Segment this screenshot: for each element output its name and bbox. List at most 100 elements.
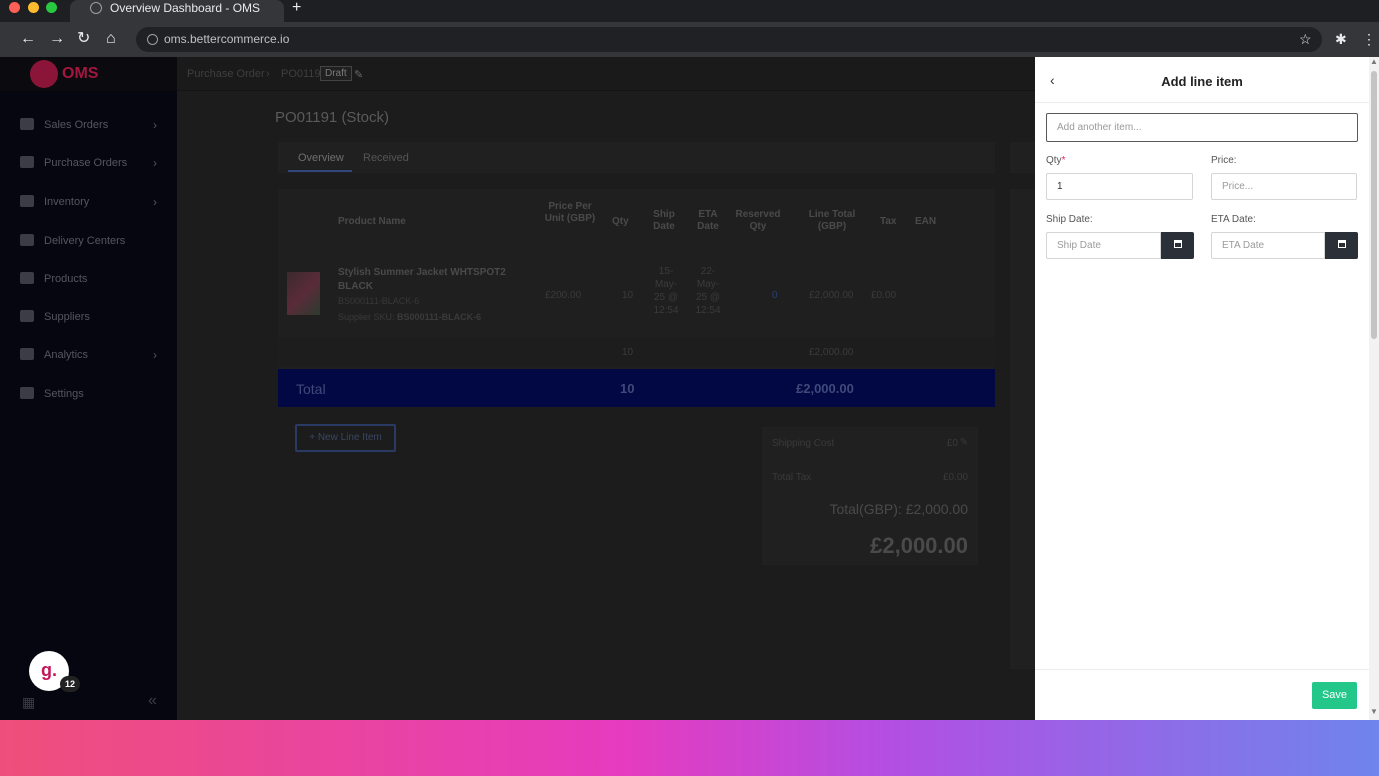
sidebar-item-label: Inventory (44, 196, 90, 208)
close-window-button[interactable] (9, 2, 20, 13)
qty-field[interactable] (1046, 173, 1193, 200)
summary-total: Total(GBP): £2,000.00 (829, 501, 968, 517)
tab-received[interactable]: Received (363, 152, 409, 164)
chevron-right-icon: › (153, 156, 157, 170)
sidebar-item-label: Analytics (44, 349, 89, 361)
add-line-item-drawer: ‹ Add line item Qty* Price: Ship Date: E… (1035, 57, 1369, 720)
sidebar-item-purchase-orders[interactable]: Purchase Orders › (0, 144, 177, 182)
sidebar-item-inventory[interactable]: Inventory › (0, 183, 177, 221)
header-tax: Tax (880, 216, 897, 227)
maximize-window-button[interactable] (46, 2, 57, 13)
eta-date-label: ETA Date: (1211, 214, 1256, 225)
breadcrumb-root[interactable]: Purchase Order (187, 68, 265, 80)
edit-shipping-icon[interactable]: ✎ (960, 437, 968, 448)
home-icon[interactable]: ⌂ (106, 30, 116, 48)
minimize-window-button[interactable] (28, 2, 39, 13)
eta-date-calendar-icon[interactable] (1325, 232, 1358, 259)
scroll-down-icon[interactable]: ▼ (1370, 707, 1378, 716)
warehouse-icon (20, 234, 34, 246)
product-sku: BS000111-BLACK-6 (338, 296, 420, 306)
chevron-right-icon: › (153, 195, 157, 209)
total-bar: Total 10 £2,000.00 (278, 369, 995, 407)
eta-date-field[interactable] (1211, 232, 1325, 259)
status-badge: Draft (320, 66, 352, 81)
logo-text: OMS (62, 65, 99, 82)
url-text: oms.bettercommerce.io (164, 32, 290, 46)
total-qty: 10 (620, 381, 635, 396)
notification-badge: 12 (60, 676, 80, 692)
globe-icon (90, 2, 102, 14)
sidebar-item-products[interactable]: Products (0, 260, 177, 298)
decorative-gradient-band (0, 720, 1379, 776)
back-arrow-icon[interactable]: ← (20, 30, 36, 48)
drawer-header: ‹ Add line item (1035, 57, 1369, 103)
bookmark-star-icon[interactable]: ☆ (1299, 31, 1312, 48)
chevron-right-icon: › (153, 348, 157, 362)
browser-menu-icon[interactable]: ⋮ (1362, 31, 1376, 48)
sidebar: OMS Sales Orders › Purchase Orders › Inv… (0, 57, 177, 720)
collapse-sidebar-icon[interactable]: « (148, 692, 157, 710)
sidebar-item-label: Sales Orders (44, 119, 109, 131)
address-bar[interactable]: oms.bettercommerce.io (136, 27, 1322, 52)
save-button[interactable]: Save (1312, 682, 1357, 709)
oms-logo-icon[interactable] (30, 60, 58, 88)
forward-arrow-icon[interactable]: → (49, 30, 65, 48)
row-ship-date: 15-May-25 @ 12:54 (653, 266, 679, 316)
users-icon (20, 310, 34, 322)
gear-icon (20, 387, 34, 399)
browser-tab[interactable]: Overview Dashboard - OMS (70, 0, 284, 22)
header-ean: EAN (915, 216, 937, 227)
price-label: Price: (1211, 155, 1237, 166)
tab-overview[interactable]: Overview (298, 152, 344, 164)
calendar-icon (1173, 240, 1182, 248)
chevron-right-icon: › (153, 118, 157, 132)
header-product-name: Product Name (338, 216, 406, 227)
scroll-thumb[interactable] (1371, 71, 1377, 339)
required-asterisk: * (1061, 155, 1066, 166)
ship-date-field[interactable] (1046, 232, 1161, 259)
ship-date-calendar-icon[interactable] (1161, 232, 1194, 259)
subtotal-line-total: £2,000.00 (809, 347, 854, 358)
drawer-scrollbar[interactable]: ▲ ▼ (1369, 57, 1379, 720)
header-line-total: Line Total (GBP) (808, 209, 856, 232)
sidebar-item-suppliers[interactable]: Suppliers (0, 298, 177, 336)
item-search-input[interactable] (1046, 113, 1358, 142)
product-name[interactable]: Stylish Summer Jacket WHTSPOT2 BLACK (338, 266, 518, 294)
document-icon (20, 156, 34, 168)
truck-icon (20, 118, 34, 130)
shipping-cost-label: Shipping Cost (772, 438, 835, 449)
subtotal-qty: 10 (622, 347, 634, 358)
supplier-sku-label: Supplier SKU: (338, 312, 395, 322)
sidebar-item-delivery-centers[interactable]: Delivery Centers (0, 222, 177, 260)
scroll-up-icon[interactable]: ▲ (1370, 57, 1378, 66)
tab-strip: Overview Received (278, 142, 995, 173)
extensions-icon[interactable]: ✱ (1335, 31, 1347, 48)
edit-icon[interactable]: ✎ (354, 68, 363, 81)
active-tab-indicator (288, 170, 352, 172)
sidebar-item-sales-orders[interactable]: Sales Orders › (0, 106, 177, 144)
header-reserved-qty: Reserved Qty (735, 209, 781, 232)
product-thumbnail[interactable] (287, 272, 320, 315)
total-tax-value: £0.00 (942, 472, 968, 483)
qty-label-text: Qty (1046, 155, 1062, 166)
new-line-item-button[interactable]: + New Line Item (295, 424, 396, 452)
calendar-icon (1337, 240, 1346, 248)
sidebar-item-label: Products (44, 273, 88, 285)
sidebar-item-settings[interactable]: Settings (0, 375, 177, 413)
sidebar-item-label: Settings (44, 388, 84, 400)
sidebar-item-analytics[interactable]: Analytics › (0, 336, 177, 374)
price-field[interactable] (1211, 173, 1357, 200)
apps-grid-icon[interactable]: ▦ (22, 694, 35, 711)
new-tab-button[interactable]: + (292, 0, 301, 17)
row-tax: £0.00 (871, 290, 897, 301)
site-info-icon[interactable] (147, 34, 158, 45)
row-reserved[interactable]: 0 (772, 289, 778, 302)
side-panel-header (1010, 142, 1035, 173)
shipping-cost-value: £0 (946, 438, 958, 449)
total-label: Total (296, 381, 326, 397)
reload-icon[interactable]: ↻ (77, 30, 90, 48)
drawer-title: Add line item (1161, 74, 1243, 89)
supplier-sku: Supplier SKU: BS000111-BLACK-6 (338, 312, 481, 322)
subtotal-row (278, 337, 995, 367)
browser-toolbar: ← → ↻ ⌂ oms.bettercommerce.io ☆ ✱ ⋮ (0, 22, 1379, 57)
